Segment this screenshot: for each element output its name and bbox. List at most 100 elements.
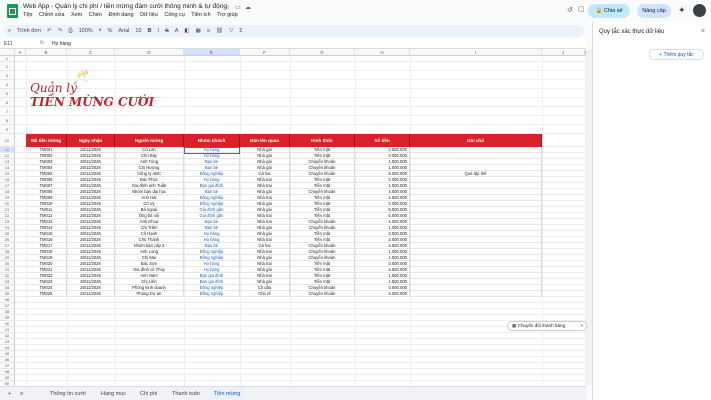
print-icon[interactable]: ⎙ xyxy=(68,28,72,35)
functions-icon[interactable]: Σ xyxy=(239,28,242,34)
font-size-input[interactable]: 10 xyxy=(135,28,141,34)
row-header[interactable]: 10 xyxy=(0,134,15,147)
cloud-icon[interactable]: ☁ xyxy=(245,4,251,11)
close-icon[interactable]: × xyxy=(701,28,705,35)
tab-tien-mung[interactable]: Tiền mừng xyxy=(210,389,245,399)
folder-icon[interactable]: ▭ xyxy=(235,4,241,11)
column-header[interactable]: A xyxy=(15,49,26,56)
table-cell[interactable]: TM025 xyxy=(26,291,67,297)
row-gridline xyxy=(15,70,585,71)
table-cell[interactable] xyxy=(410,291,542,297)
row-header[interactable]: 2 xyxy=(0,62,15,71)
currency-icon[interactable]: ₫ xyxy=(99,28,102,34)
table-header: Đón lên quan xyxy=(240,134,290,147)
row-gridline xyxy=(15,61,585,62)
formula-input[interactable]: Họ hàng xyxy=(52,41,71,47)
add-sheet-icon[interactable]: + xyxy=(4,389,15,399)
add-rule-button[interactable]: + Thêm quy tắc xyxy=(649,49,704,60)
row-header[interactable]: 8 xyxy=(0,116,15,125)
font-select[interactable]: Arial xyxy=(118,28,129,34)
table-cell[interactable]: Đồng nghiệp xyxy=(184,291,240,297)
column-header[interactable]: E xyxy=(184,49,240,56)
table-cell[interactable]: 3.000.000 xyxy=(355,291,410,297)
bold-icon[interactable]: B xyxy=(148,28,152,34)
borders-icon[interactable]: ▦ xyxy=(196,28,201,34)
row-gridline xyxy=(15,356,585,357)
sheets-logo-icon[interactable] xyxy=(7,4,18,18)
validation-panel: Quy tắc xác thực dữ liệu × + Thêm quy tắ… xyxy=(592,22,711,400)
document-title[interactable]: Web App - Quản lý chi phí / tiền mừng đá… xyxy=(23,3,227,10)
tab-chi-phi[interactable]: Chi phí xyxy=(136,389,161,399)
menu-item[interactable]: Dữ liệu xyxy=(140,12,158,18)
column-header[interactable]: D xyxy=(115,49,184,56)
menu-item[interactable]: Trợ giúp xyxy=(217,12,238,18)
redo-icon[interactable]: ↷ xyxy=(58,28,63,34)
column-header[interactable]: I xyxy=(410,49,542,56)
row-gridline xyxy=(15,350,585,351)
menu-item[interactable]: Tiện ích xyxy=(191,12,210,18)
menu-item[interactable]: Xem xyxy=(71,12,82,18)
table-header: Người mừng xyxy=(115,134,184,147)
fill-color-icon[interactable]: ◧ xyxy=(184,28,189,34)
table-cell[interactable]: Phòng Dự án xyxy=(115,291,184,297)
row-header[interactable]: 7 xyxy=(0,107,15,116)
upgrade-button[interactable]: Nâng cấp xyxy=(637,4,671,18)
row-header[interactable]: 5 xyxy=(0,89,15,98)
menu-bar: Tệp Chỉnh sửa Xem Chèn Định dạng Dữ liệu… xyxy=(23,12,243,18)
tab-thanh-toan[interactable]: Thanh toán xyxy=(168,389,204,399)
row-gridline xyxy=(15,320,585,321)
table-header: Ghi chú xyxy=(410,134,542,147)
comment-icon[interactable]: ▢ xyxy=(578,5,585,13)
row-gridline xyxy=(15,115,585,116)
search-icon[interactable]: ⌕ xyxy=(8,28,11,35)
close-icon[interactable]: × xyxy=(580,322,583,330)
percent-icon[interactable]: % xyxy=(108,28,113,34)
select-all-corner[interactable] xyxy=(0,49,15,56)
row-header[interactable]: 6 xyxy=(0,98,15,107)
table-cell[interactable]: Chuyển khoản xyxy=(290,291,355,297)
row-header[interactable]: 4 xyxy=(0,80,15,89)
all-sheets-icon[interactable]: ≡ xyxy=(16,389,27,399)
italic-icon[interactable]: I xyxy=(158,28,160,34)
row-header[interactable]: 9 xyxy=(0,125,15,134)
table-cell[interactable]: Chú rể xyxy=(240,291,290,297)
row-gridline xyxy=(15,302,585,303)
column-header[interactable]: C xyxy=(67,49,115,56)
column-header[interactable]: J xyxy=(542,49,585,56)
selected-cell-outline xyxy=(184,147,240,154)
table-header: Số tiền xyxy=(355,134,410,147)
column-header[interactable]: H xyxy=(355,49,410,56)
column-header[interactable]: G xyxy=(290,49,355,56)
row-gridline xyxy=(15,124,585,125)
tab-hang-muc[interactable]: Hạng mục xyxy=(97,389,130,399)
filter-icon[interactable]: ▽ xyxy=(229,28,233,34)
convert-to-table-chip[interactable]: ▦ Chuyển đổi thành bảng × xyxy=(507,321,587,331)
history-icon[interactable]: ↺ xyxy=(567,6,573,14)
table-cell[interactable]: 28/11/2026 xyxy=(67,291,115,297)
tab-thong-tin-cuoi[interactable]: Thông tin cưới xyxy=(46,389,90,399)
avatar[interactable] xyxy=(693,4,706,17)
row-header[interactable]: 3 xyxy=(0,71,15,80)
table-header: Ngày nhận xyxy=(67,134,115,147)
name-box[interactable]: E11 xyxy=(4,41,13,47)
star-icon[interactable]: ☆ xyxy=(225,4,230,11)
undo-icon[interactable]: ↶ xyxy=(47,28,52,34)
menu-item[interactable]: Công cụ xyxy=(164,12,185,18)
share-button[interactable]: 🔒 Chia sẻ xyxy=(588,4,630,18)
gemini-icon[interactable]: ✦ xyxy=(678,5,686,16)
text-color-icon[interactable]: A xyxy=(175,28,179,34)
column-header[interactable]: F xyxy=(240,49,290,56)
align-icon[interactable]: ≡ xyxy=(207,28,210,34)
sheet-grid[interactable]: ABCDEFGHIJK12345678910111213141516171819… xyxy=(0,49,586,386)
strikethrough-icon[interactable]: S xyxy=(165,28,169,34)
link-icon[interactable]: ⛓ xyxy=(216,28,223,34)
row-gridline xyxy=(15,368,585,369)
menu-item[interactable]: Chèn xyxy=(89,12,102,18)
menu-item[interactable]: Định dạng xyxy=(108,12,133,18)
column-header[interactable]: B xyxy=(26,49,67,56)
zoom-select[interactable]: 100% xyxy=(79,28,93,34)
menu-search-label[interactable]: Trình đơn xyxy=(17,28,41,34)
menu-item[interactable]: Chỉnh sửa xyxy=(39,12,64,18)
sheet-tabs: + ≡ Thông tin cưới Hạng mục Chi phí Than… xyxy=(0,386,586,400)
menu-item[interactable]: Tệp xyxy=(23,12,32,18)
